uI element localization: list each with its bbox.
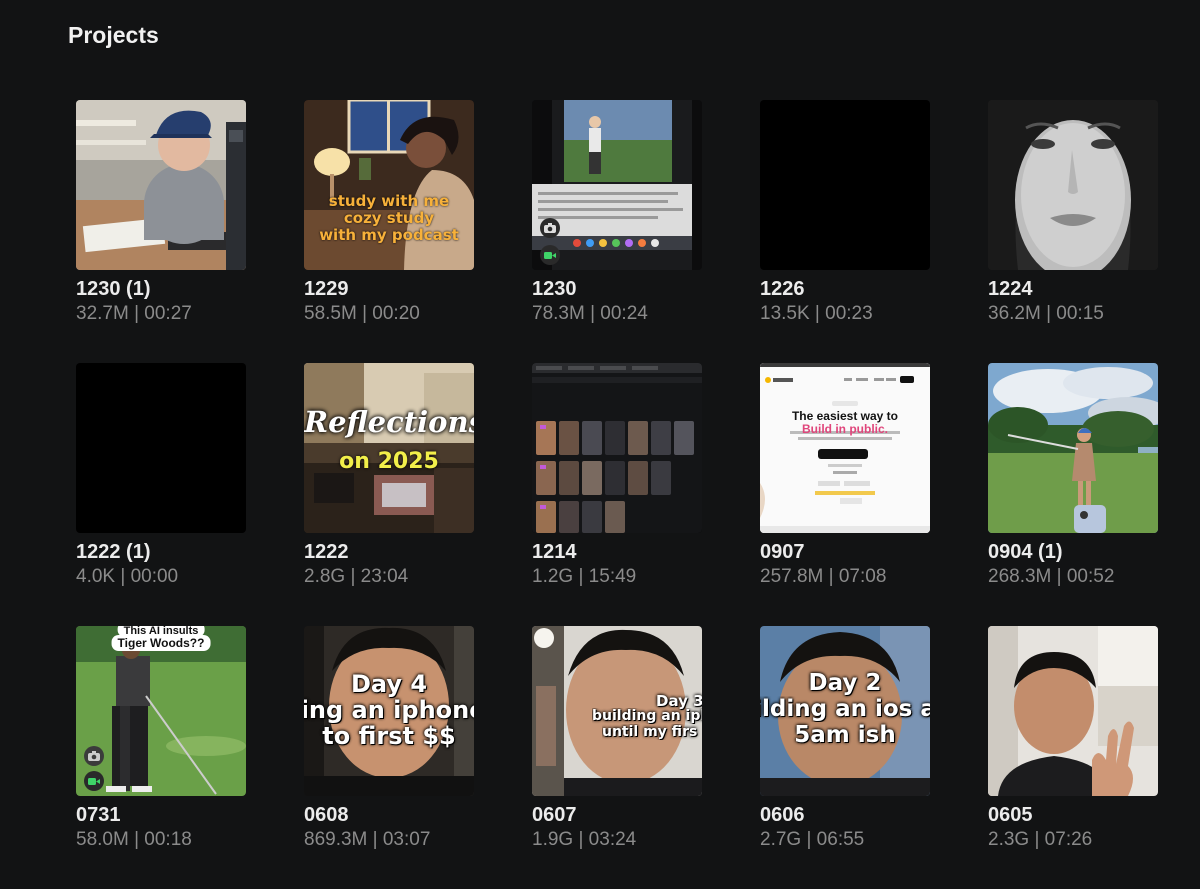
- project-card[interactable]: 1214 1.2G | 15:49: [532, 363, 702, 626]
- project-thumbnail[interactable]: Day 2 ilding an ios a 5am ish: [760, 626, 930, 796]
- projects-grid: 1230 (1) 32.7M | 00:27 study with me coz…: [76, 100, 1158, 889]
- project-name: 1229: [304, 278, 349, 300]
- project-meta: 32.7M | 00:27: [76, 303, 192, 324]
- thumbnail-caption: ilding an ios a: [760, 696, 930, 722]
- project-name: 0605: [988, 804, 1033, 826]
- project-meta: 36.2M | 00:15: [988, 303, 1104, 324]
- project-card[interactable]: 0605 2.3G | 07:26: [988, 626, 1158, 889]
- thumbnail-caption: with my podcast: [319, 226, 459, 244]
- project-thumbnail[interactable]: [988, 626, 1158, 796]
- project-thumbnail[interactable]: [76, 363, 246, 533]
- video-camera-icon: [84, 771, 104, 791]
- thumbnail-caption: Tiger Woods??: [111, 635, 211, 651]
- thumbnail-caption: on 2025: [339, 449, 439, 474]
- project-meta: 1.9G | 03:24: [532, 829, 637, 850]
- project-thumbnail[interactable]: [532, 363, 702, 533]
- project-name: 0907: [760, 541, 805, 563]
- project-thumbnail[interactable]: This AI insults Tiger Woods??: [76, 626, 246, 796]
- project-meta: 1.2G | 15:49: [532, 566, 637, 587]
- project-card[interactable]: This AI insults Tiger Woods?? 0731 58.0M…: [76, 626, 246, 889]
- thumbnail-caption: until my firs: [602, 724, 698, 740]
- project-card[interactable]: 1230 78.3M | 00:24: [532, 100, 702, 363]
- project-card[interactable]: 1230 (1) 32.7M | 00:27: [76, 100, 246, 363]
- project-thumbnail[interactable]: [76, 100, 246, 270]
- thumbnail-caption: 5am ish: [794, 722, 896, 748]
- project-card[interactable]: 1222 (1) 4.0K | 00:00: [76, 363, 246, 626]
- video-camera-icon: [540, 245, 560, 265]
- camera-icon: [84, 746, 104, 766]
- thumbnail-caption: ling an iphone: [304, 696, 474, 724]
- project-card[interactable]: Reflections on 2025 1222 2.8G | 23:04: [304, 363, 474, 626]
- project-name: 1222 (1): [76, 541, 151, 563]
- project-name: 0606: [760, 804, 805, 826]
- project-thumbnail[interactable]: [988, 100, 1158, 270]
- project-name: 1226: [760, 278, 805, 300]
- project-card[interactable]: 0904 (1) 268.3M | 00:52: [988, 363, 1158, 626]
- project-card[interactable]: 1226 13.5K | 00:23: [760, 100, 930, 363]
- project-meta: 78.3M | 00:24: [532, 303, 648, 324]
- project-name: 1230: [532, 278, 577, 300]
- project-card[interactable]: Day 3 building an iph until my firs 0607…: [532, 626, 702, 889]
- project-card[interactable]: Day 2 ilding an ios a 5am ish 0606 2.7G …: [760, 626, 930, 889]
- thumbnail-caption: Day 4: [350, 670, 428, 698]
- project-thumbnail[interactable]: Reflections on 2025: [304, 363, 474, 533]
- project-name: 0608: [304, 804, 349, 826]
- project-card[interactable]: study with me cozy study with my podcast…: [304, 100, 474, 363]
- project-thumbnail[interactable]: study with me cozy study with my podcast: [304, 100, 474, 270]
- project-thumbnail[interactable]: [988, 363, 1158, 533]
- project-name: 1214: [532, 541, 577, 563]
- thumbnail-caption: study with me: [328, 192, 450, 210]
- thumbnail-caption: cozy study: [343, 209, 435, 227]
- project-thumbnail[interactable]: The easiest way to Build in public.: [760, 363, 930, 533]
- project-meta: 58.5M | 00:20: [304, 303, 420, 324]
- project-meta: 4.0K | 00:00: [76, 566, 179, 587]
- camera-icon: [540, 218, 560, 238]
- project-thumbnail[interactable]: [532, 100, 702, 270]
- project-meta: 58.0M | 00:18: [76, 829, 192, 850]
- project-meta: 257.8M | 07:08: [760, 566, 887, 587]
- thumbnail-caption: Build in public.: [802, 422, 888, 436]
- page-title: Projects: [68, 22, 159, 48]
- project-card[interactable]: The easiest way to Build in public. 0907…: [760, 363, 930, 626]
- project-meta: 13.5K | 00:23: [760, 303, 873, 324]
- project-name: 0607: [532, 804, 577, 826]
- thumbnail-caption: building an iph: [592, 708, 702, 724]
- project-name: 0904 (1): [988, 541, 1063, 563]
- project-thumbnail[interactable]: Day 3 building an iph until my firs: [532, 626, 702, 796]
- project-name: 0731: [76, 804, 121, 826]
- thumbnail-caption: Day 2: [808, 670, 882, 696]
- project-meta: 2.7G | 06:55: [760, 829, 865, 850]
- project-card[interactable]: Day 4 ling an iphone to first $$ 0608 86…: [304, 626, 474, 889]
- thumbnail-caption: Reflections: [304, 405, 474, 439]
- project-meta: 869.3M | 03:07: [304, 829, 431, 850]
- project-name: 1230 (1): [76, 278, 151, 300]
- project-name: 1224: [988, 278, 1033, 300]
- project-meta: 2.3G | 07:26: [988, 829, 1093, 850]
- thumbnail-caption: to first $$: [322, 722, 456, 750]
- project-card[interactable]: 1224 36.2M | 00:15: [988, 100, 1158, 363]
- project-name: 1222: [304, 541, 349, 563]
- project-meta: 2.8G | 23:04: [304, 566, 409, 587]
- project-thumbnail[interactable]: [760, 100, 930, 270]
- project-thumbnail[interactable]: Day 4 ling an iphone to first $$: [304, 626, 474, 796]
- thumbnail-caption: The easiest way to: [791, 409, 899, 423]
- project-meta: 268.3M | 00:52: [988, 566, 1115, 587]
